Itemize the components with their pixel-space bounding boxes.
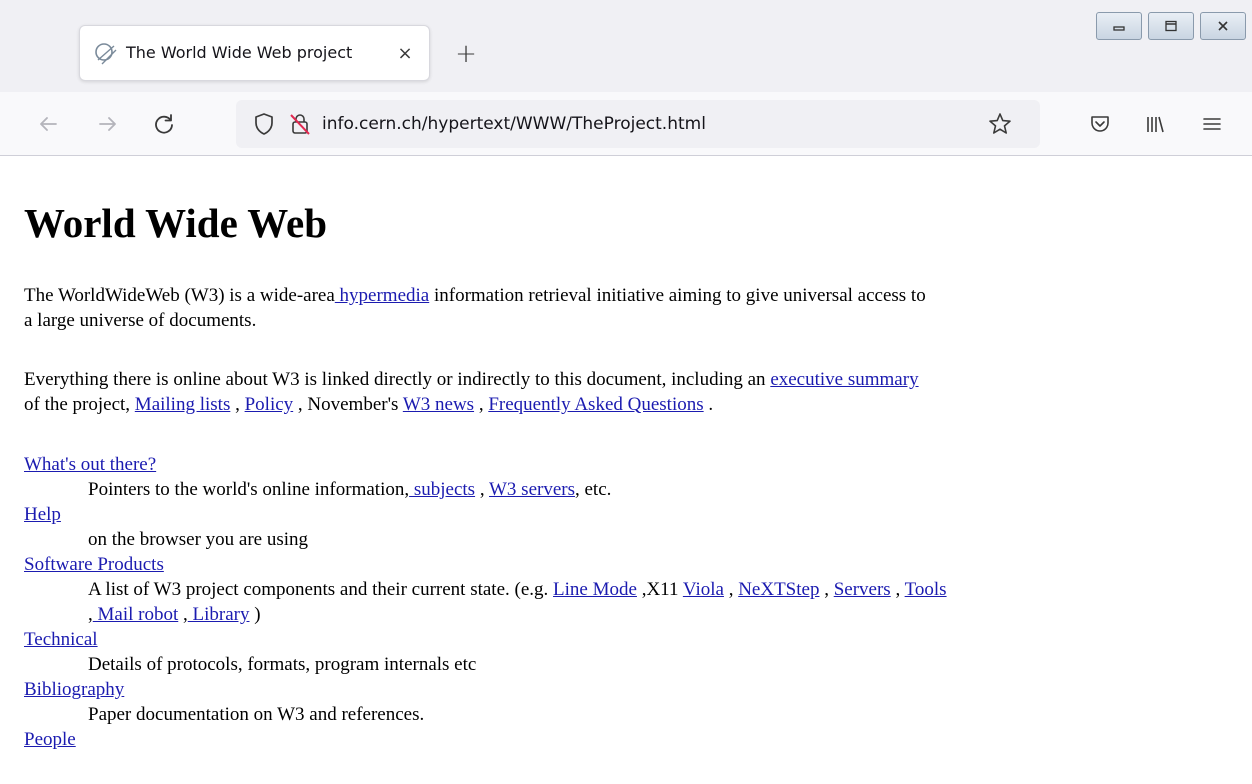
desc-text: ,X11 — [636, 579, 683, 600]
link-w3-servers[interactable]: W3 servers — [489, 479, 575, 500]
link-help[interactable]: Help — [24, 502, 61, 527]
pocket-icon[interactable] — [1086, 110, 1114, 138]
desc-text: Pointers to the world's online informati… — [88, 479, 410, 500]
link-technical[interactable]: Technical — [24, 627, 98, 652]
tab-strip: The World Wide Web project × + — [0, 0, 1252, 92]
library-icon[interactable] — [1140, 110, 1168, 138]
overview-text: Everything there is online about W3 is l… — [24, 369, 771, 390]
separator: , — [178, 604, 188, 625]
url-text: info.cern.ch/hypertext/WWW/TheProject.ht… — [322, 114, 706, 134]
nav-toolbar: info.cern.ch/hypertext/WWW/TheProject.ht… — [0, 92, 1252, 156]
insecure-lock-icon[interactable] — [286, 110, 314, 138]
url-bar[interactable]: info.cern.ch/hypertext/WWW/TheProject.ht… — [236, 100, 1040, 148]
tab-close-icon[interactable]: × — [390, 38, 420, 68]
link-software-products[interactable]: Software Products — [24, 552, 164, 577]
link-mail-robot[interactable]: Mail robot — [93, 604, 179, 625]
desc-text: , etc. — [575, 479, 612, 500]
minimize-icon[interactable] — [1096, 12, 1142, 40]
separator: , — [475, 479, 489, 500]
link-whats-out-there[interactable]: What's out there? — [24, 452, 156, 477]
separator: , — [723, 579, 739, 600]
separator: , — [819, 579, 834, 600]
link-mailing-lists[interactable]: Mailing lists — [135, 394, 231, 415]
forward-icon[interactable] — [94, 110, 122, 138]
back-icon[interactable] — [34, 110, 62, 138]
whats-out-there-desc: Pointers to the world's online informati… — [88, 477, 611, 502]
intro-line-1: The WorldWideWeb (W3) is a wide-area hyp… — [24, 283, 926, 308]
link-subjects[interactable]: subjects — [409, 479, 475, 500]
overview-text: of the project, — [24, 394, 135, 415]
desc-text: A list of W3 project components and thei… — [88, 579, 554, 600]
reload-icon[interactable] — [150, 110, 178, 138]
desc-text: ) — [249, 604, 261, 625]
link-people[interactable]: People — [24, 727, 76, 752]
link-policy[interactable]: Policy — [245, 394, 294, 415]
bibliography-desc: Paper documentation on W3 and references… — [88, 704, 425, 725]
link-faq[interactable]: Frequently Asked Questions — [488, 394, 703, 415]
link-nextstep[interactable]: NeXTStep — [738, 579, 819, 600]
overview-line-1: Everything there is online about W3 is l… — [24, 367, 919, 392]
help-desc: on the browser you are using — [88, 529, 309, 550]
link-servers[interactable]: Servers — [834, 579, 891, 600]
menu-icon[interactable] — [1198, 110, 1226, 138]
overview-line-2: of the project, Mailing lists , Policy ,… — [24, 392, 713, 417]
separator: , — [890, 579, 905, 600]
page-content: World Wide Web The WorldWideWeb (W3) is … — [0, 157, 1252, 784]
favicon-icon — [92, 40, 120, 68]
shield-icon[interactable] — [250, 110, 278, 138]
window-controls — [1096, 12, 1246, 40]
link-bibliography[interactable]: Bibliography — [24, 677, 124, 702]
link-hypermedia[interactable]: hypermedia — [335, 285, 430, 306]
link-viola[interactable]: Viola — [683, 579, 724, 600]
link-library[interactable]: Library — [188, 604, 250, 625]
tab-title: The World Wide Web project — [126, 43, 353, 62]
intro-line-2: a large universe of documents. — [24, 310, 257, 331]
technical-desc: Details of protocols, formats, program i… — [88, 654, 477, 675]
link-executive-summary[interactable]: executive summary — [770, 369, 918, 390]
link-w3-news[interactable]: W3 news — [403, 394, 474, 415]
separator: , — [474, 394, 489, 415]
close-window-icon[interactable] — [1200, 12, 1246, 40]
maximize-icon[interactable] — [1148, 12, 1194, 40]
bookmark-star-icon[interactable] — [986, 110, 1014, 138]
software-desc-line-2: , Mail robot , Library ) — [88, 602, 261, 627]
intro-text: The WorldWideWeb (W3) is a wide-area — [24, 285, 335, 306]
page-title: World Wide Web — [24, 200, 328, 246]
period: . — [703, 394, 714, 415]
new-tab-button[interactable]: + — [450, 38, 482, 70]
link-line-mode[interactable]: Line Mode — [553, 579, 637, 600]
intro-text: information retrieval initiative aiming … — [429, 285, 926, 306]
software-desc-line-1: A list of W3 project components and thei… — [88, 577, 947, 602]
overview-text: , November's — [293, 394, 403, 415]
link-tools[interactable]: Tools — [905, 579, 947, 600]
separator: , — [230, 394, 245, 415]
active-tab[interactable]: The World Wide Web project × — [79, 25, 430, 81]
